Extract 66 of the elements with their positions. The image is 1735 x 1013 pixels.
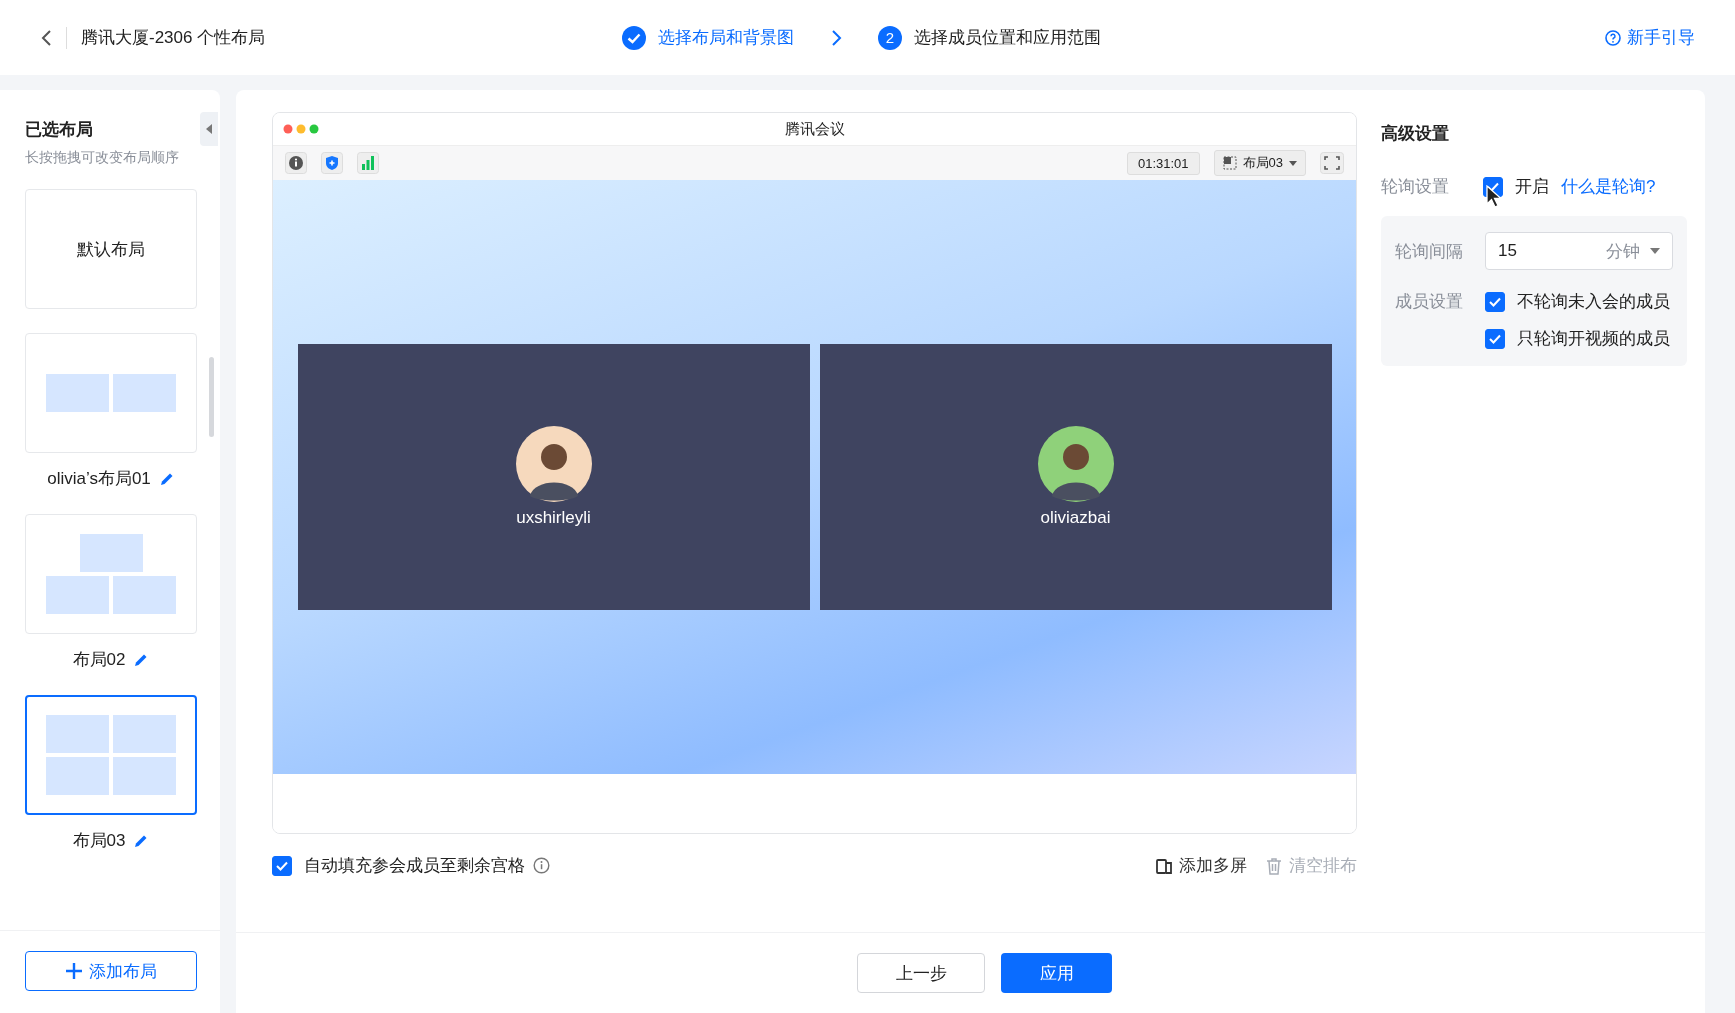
back-icon[interactable] — [40, 28, 52, 47]
unit-dropdown[interactable]: 分钟 — [1606, 239, 1640, 263]
trash-icon — [1265, 856, 1283, 875]
layout-cell — [46, 757, 109, 795]
step-label: 选择成员位置和应用范围 — [914, 27, 1101, 49]
caret-left-icon — [206, 124, 212, 134]
layout-card[interactable] — [25, 695, 197, 815]
checkmark-icon — [1489, 296, 1501, 307]
checkbox[interactable] — [1485, 328, 1505, 349]
layout-cell — [46, 374, 109, 412]
interval-field[interactable]: 15 分钟 — [1485, 232, 1673, 270]
window-controls-icon[interactable] — [283, 124, 319, 134]
info-icon[interactable] — [533, 857, 550, 874]
layout-cell — [46, 576, 109, 614]
cursor-icon — [1485, 185, 1503, 209]
help-link[interactable]: 什么是轮询? — [1561, 175, 1656, 198]
fullscreen-icon[interactable] — [1320, 152, 1344, 174]
help-icon — [1605, 29, 1621, 46]
step-number: 2 — [878, 25, 902, 50]
guide-link[interactable]: 新手引导 — [1605, 26, 1695, 49]
checkbox-label: 开启 — [1515, 176, 1549, 198]
layout-cell — [113, 757, 176, 795]
layout-cell — [113, 715, 176, 753]
step-label: 选择布局和背景图 — [658, 27, 794, 49]
layout-name: olivia’s布局01 — [47, 468, 151, 490]
collapse-button[interactable] — [200, 112, 218, 146]
checkbox-label: 只轮询开视频的成员 — [1517, 328, 1670, 350]
meeting-timer: 01:31:01 — [1126, 151, 1200, 175]
back-button[interactable]: 上一步 — [857, 953, 985, 993]
add-layout-button[interactable]: 添加布局 — [25, 951, 197, 991]
layout-card[interactable]: 默认布局 — [25, 189, 197, 309]
screens-icon — [1155, 856, 1173, 875]
layout-dropdown[interactable]: 布局03 — [1213, 150, 1306, 176]
shield-icon[interactable] — [321, 152, 343, 174]
scrollbar[interactable] — [209, 357, 214, 437]
page-title: 腾讯大厦-2306 个性布局 — [81, 27, 266, 49]
setting-label: 成员设置 — [1395, 291, 1464, 313]
chevron-right-icon — [830, 28, 842, 47]
interval-value: 15 — [1498, 241, 1518, 261]
layout-icon — [1222, 156, 1237, 170]
setting-label: 轮询设置 — [1381, 176, 1450, 198]
sidebar-title: 已选布局 — [25, 119, 93, 141]
checkmark-icon — [1489, 333, 1501, 344]
caret-icon — [1289, 160, 1297, 166]
setting-label: 轮询间隔 — [1395, 240, 1464, 263]
checkmark-icon — [276, 860, 288, 871]
checkbox[interactable] — [1485, 291, 1505, 312]
caret-icon — [1650, 248, 1660, 254]
layout-cell — [79, 534, 143, 572]
checkbox-label: 不轮询未入会的成员 — [1517, 291, 1670, 313]
plus-icon — [65, 962, 83, 980]
sidebar-hint: 长按拖拽可改变布局顺序 — [25, 149, 180, 167]
layout-name: 默认布局 — [77, 238, 145, 261]
layout-name: 布局02 — [72, 649, 126, 671]
window-title: 腾讯会议 — [784, 119, 845, 139]
participant-name: oliviazbai — [1040, 508, 1111, 528]
layout-cell — [46, 715, 109, 753]
layout-cell — [113, 374, 176, 412]
add-screen-button[interactable]: 添加多屏 — [1155, 854, 1247, 877]
participant-name: uxshirleyli — [516, 508, 591, 528]
apply-button[interactable]: 应用 — [1001, 953, 1112, 993]
settings-title: 高级设置 — [1381, 123, 1450, 145]
checkbox-label: 自动填充参会成员至剩余宫格 — [304, 855, 525, 877]
layout-name: 布局03 — [72, 830, 126, 852]
layout-cell — [113, 576, 176, 614]
checkbox[interactable] — [272, 855, 292, 876]
